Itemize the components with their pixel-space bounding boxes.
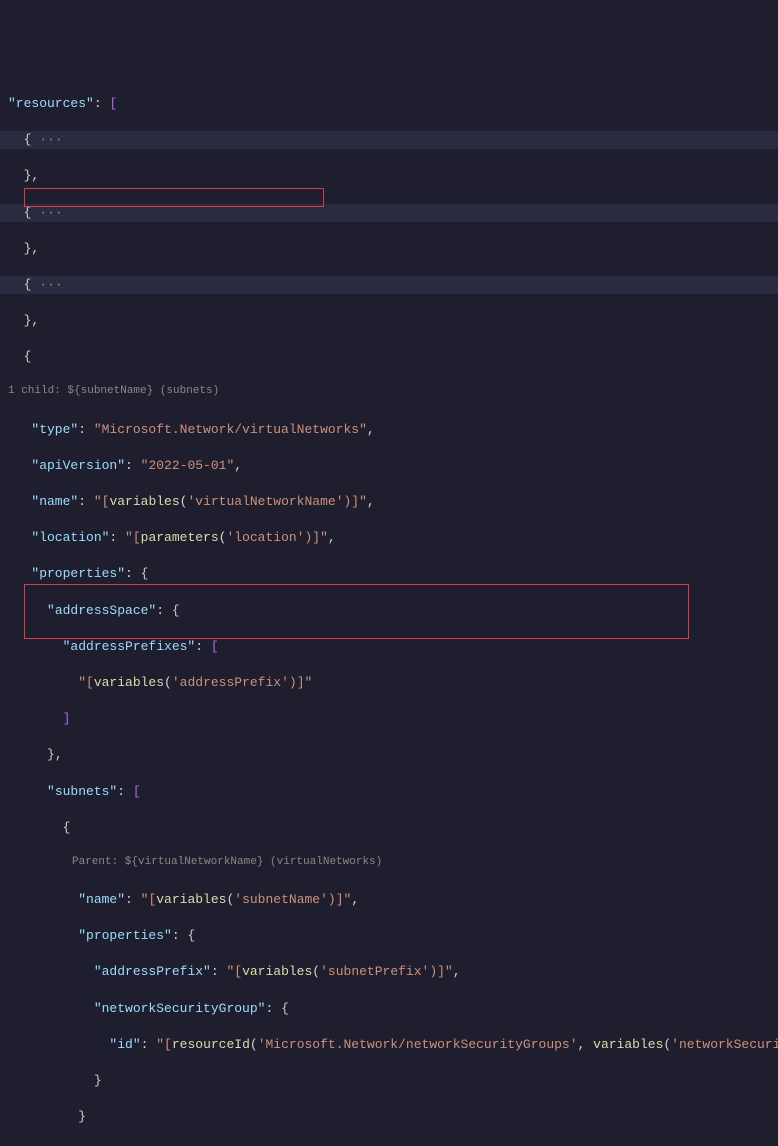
code-line[interactable]: "name": "[variables('virtualNetworkName'… bbox=[0, 493, 778, 511]
folded-region[interactable]: { ··· bbox=[0, 204, 778, 222]
code-line[interactable]: }, bbox=[0, 240, 778, 258]
code-line[interactable]: "id": "[resourceId('Microsoft.Network/ne… bbox=[0, 1036, 778, 1054]
code-line[interactable]: }, bbox=[0, 167, 778, 185]
code-line[interactable]: { bbox=[0, 348, 778, 366]
code-line[interactable]: "subnets": [ bbox=[0, 783, 778, 801]
codelens-hint[interactable]: Parent: ${virtualNetworkName} (virtualNe… bbox=[0, 855, 778, 873]
code-line[interactable]: "addressPrefix": "[variables('subnetPref… bbox=[0, 963, 778, 981]
code-line[interactable]: "addressSpace": { bbox=[0, 602, 778, 620]
code-line[interactable]: "properties": { bbox=[0, 565, 778, 583]
folded-region[interactable]: { ··· bbox=[0, 131, 778, 149]
code-line[interactable]: }, bbox=[0, 746, 778, 764]
folded-region[interactable]: { ··· bbox=[0, 276, 778, 294]
code-line[interactable]: "location": "[parameters('location')]", bbox=[0, 529, 778, 547]
code-line[interactable]: } bbox=[0, 1072, 778, 1090]
code-line[interactable]: "properties": { bbox=[0, 927, 778, 945]
code-line-type[interactable]: "type": "Microsoft.Network/virtualNetwor… bbox=[0, 421, 778, 439]
code-line[interactable]: }, bbox=[0, 312, 778, 330]
code-line[interactable]: "name": "[variables('subnetName')]", bbox=[0, 891, 778, 909]
code-line[interactable]: } bbox=[0, 1108, 778, 1126]
code-line[interactable]: "[variables('addressPrefix')]" bbox=[0, 674, 778, 692]
code-line[interactable]: "networkSecurityGroup": { bbox=[0, 1000, 778, 1018]
code-editor-viewport[interactable]: { "codelens": { "vnet": "1 child: ${subn… bbox=[0, 22, 778, 1146]
code-line[interactable]: } bbox=[0, 1144, 778, 1146]
code-line[interactable]: "apiVersion": "2022-05-01", bbox=[0, 457, 778, 475]
code-line[interactable]: "resources": [ bbox=[0, 95, 778, 113]
code-line[interactable]: { bbox=[0, 819, 778, 837]
codelens-hint[interactable]: 1 child: ${subnetName} (subnets) bbox=[0, 384, 778, 402]
code-line[interactable]: "addressPrefixes": [ bbox=[0, 638, 778, 656]
code-line[interactable]: ] bbox=[0, 710, 778, 728]
